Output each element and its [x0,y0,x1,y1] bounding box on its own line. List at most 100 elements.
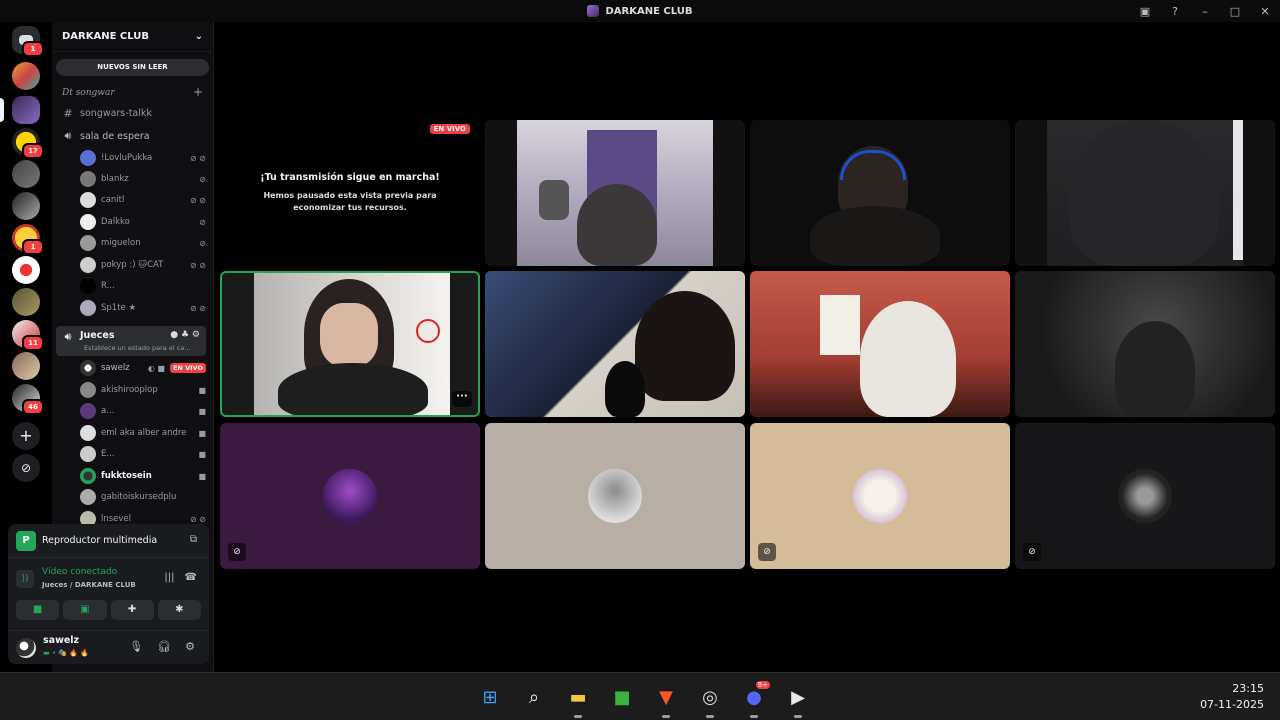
camera-button[interactable]: ■ [16,600,60,620]
avatar [80,192,96,208]
maximize-button[interactable]: □ [1220,5,1250,18]
voice-user[interactable]: miguelon ⊘ [80,233,206,253]
obs-icon[interactable]: ◎ [694,681,726,718]
voice-user[interactable]: !LovluPukka ⊘ ⊘ [80,148,206,168]
voice-user[interactable]: blankz ⊘ [80,169,206,189]
microphone-icon[interactable]: 🎙︎ [129,640,143,653]
muted-icon: ⊘ [199,174,206,184]
video-tile[interactable] [1015,120,1275,266]
participant [860,301,956,417]
category-label[interactable]: Dt songwar [62,88,115,98]
minimize-button[interactable]: – [1190,5,1220,18]
channel-sala-de-espera[interactable]: 🔊︎ sala de espera [56,127,206,145]
minecraft-icon[interactable]: ■ [606,681,638,713]
avatar [80,382,96,398]
video-tile-speaking[interactable]: ··· [220,271,480,417]
unread-pill[interactable]: NUEVOS SIN LEER [56,59,209,76]
help-icon[interactable]: ? [1160,5,1190,18]
avatar [80,446,96,462]
server-icon[interactable] [12,62,40,90]
stream-paused-tile[interactable]: EN VIVO ¡Tu transmisión sigue en marcha!… [220,120,480,266]
video-tile[interactable] [1015,271,1275,417]
voice-user-self[interactable]: sawelz ◐ ■ EN VIVO [80,358,206,378]
add-server-icon[interactable]: + [12,422,40,450]
screen-share-button[interactable]: ▣ [63,600,107,620]
server-icon[interactable] [12,256,40,284]
server-icon[interactable] [12,192,40,220]
participant [1115,321,1195,417]
video-feed [254,273,450,415]
voice-user[interactable]: canitl ⊘ ⊘ [80,190,206,210]
microphone [605,361,645,417]
voice-user[interactable]: pokyp :) 🐱CAT ⊘ ⊘ [80,255,206,275]
avatar[interactable] [16,638,36,658]
activities-button[interactable]: ✚ [110,600,154,620]
muted-deafened-icons: ⊘ ⊘ [190,514,206,524]
discord-taskbar-icon[interactable]: ● 9+ [738,681,770,718]
voice-user[interactable]: akishirooplop ■ [80,380,206,400]
channel-songwars-talkk[interactable]: # songwars-talkk [56,104,206,122]
popout-icon[interactable]: ⧉ [190,534,197,545]
noise-suppression-icon[interactable]: ||| [164,572,174,583]
server-icon[interactable]: 1 [12,224,44,255]
signal-icon[interactable]: )) [16,570,34,588]
avatar [80,214,96,230]
dm-badge: 1 [22,41,44,57]
inbox-icon[interactable]: ▣ [1130,5,1160,18]
avatar-tile[interactable]: ⊘ [750,423,1010,569]
avatar-tile[interactable]: ⊘ [220,423,480,569]
server-header[interactable]: DARKANE CLUB ⌄ [52,22,213,52]
close-button[interactable]: ✕ [1250,5,1280,18]
microphone [539,180,569,220]
voice-user[interactable]: gabitoiskursedplu [80,487,206,507]
server-icon[interactable]: 17 [12,128,44,159]
voice-user[interactable]: a... ■ [80,401,206,421]
avatar-tile[interactable]: ⊘ [1015,423,1275,569]
gear-icon[interactable]: ⚙ [185,640,195,653]
server-icon[interactable] [12,288,40,316]
voice-user[interactable]: Dalkko ⊘ [80,212,206,232]
soundboard-button[interactable]: ✱ [157,600,201,620]
avatar [80,300,96,316]
muted-deafened-icons: ⊘ ⊘ [190,153,206,163]
voice-user[interactable]: fukktosein ■ [80,466,206,486]
system-clock[interactable]: 23:15 07-11-2025 [1200,681,1264,713]
search-icon[interactable]: ⌕ [518,681,550,713]
channel-action-icons[interactable]: ● ♣ ⚙ [170,330,200,340]
video-tile[interactable] [485,271,745,417]
media-player-icon[interactable]: ▶ [782,681,814,718]
channel-status[interactable]: Establece un estado para el ca... [84,344,204,352]
disconnect-icon[interactable]: ☎ [185,572,197,583]
headphones-icon[interactable]: 🎧︎ [157,640,171,653]
server-icon-darkane[interactable] [12,96,40,124]
server-badge: 46 [22,399,44,415]
explore-icon[interactable]: ⊘ [12,454,40,482]
video-icon: ◐ ■ [147,363,165,373]
server-icon[interactable]: 11 [12,320,44,351]
add-channel-icon[interactable]: + [193,85,203,99]
video-tile[interactable] [750,271,1010,417]
voice-user[interactable]: Sp1te ★ ⊘ ⊘ [80,298,206,318]
file-explorer-icon[interactable]: ▬ [562,681,594,718]
server-badge: 11 [22,335,44,351]
participant-face [320,303,378,367]
video-tile[interactable] [485,120,745,266]
server-icon[interactable] [12,352,40,380]
running-indicator [706,715,714,718]
channel-jueces[interactable]: 🔊︎ Jueces Establece un estado para el ca… [56,326,206,356]
server-icon[interactable]: 46 [12,384,44,415]
muted-icon: ⊘ [199,217,206,227]
tile-menu-button[interactable]: ··· [452,391,472,407]
start-icon[interactable]: ⊞ [474,681,506,713]
muted-deafened-icons: ⊘ ⊘ [190,195,206,205]
avatar [588,469,642,523]
voice-user[interactable]: E... ■ [80,444,206,464]
brave-browser-icon[interactable]: ▼ [650,681,682,718]
avatar-tile[interactable] [485,423,745,569]
voice-user[interactable]: eml aka alber andre ■ [80,423,206,443]
voice-user[interactable]: R... [80,276,206,296]
direct-messages-button[interactable]: 1 [12,26,44,57]
video-tile[interactable] [750,120,1010,266]
media-player-row[interactable]: P Reproductor multimedia [8,524,209,558]
server-icon[interactable] [12,160,40,188]
